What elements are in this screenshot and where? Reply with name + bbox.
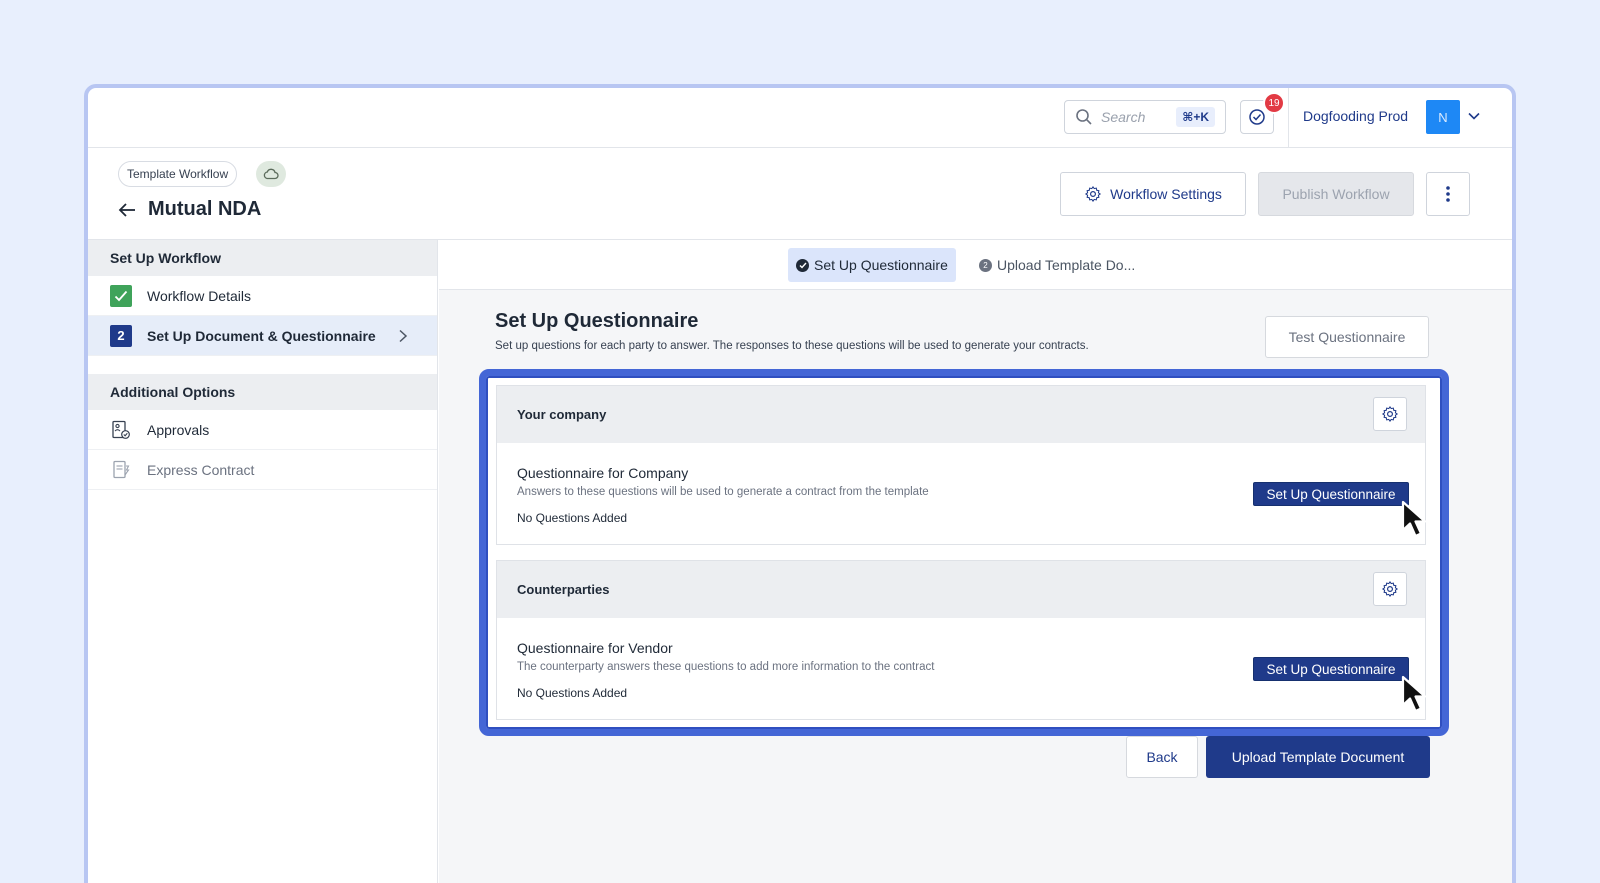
search-icon [1076,109,1092,125]
step-number-badge: 2 [110,324,132,347]
sidebar-item-express-contract[interactable]: Express Contract [88,450,437,490]
approvals-icon [110,419,132,441]
task-check-icon [1249,109,1265,125]
checkmark-icon [110,284,132,307]
sidebar-section-setup: Set Up Workflow [88,240,437,276]
sidebar-item-setup-document[interactable]: 2 Set Up Document & Questionnaire [88,316,437,356]
questionnaire-count: No Questions Added [517,511,628,525]
step-complete-icon [796,258,809,272]
chevron-right-icon [399,329,408,343]
cursor-arrow-icon [1401,500,1427,538]
party-header: Your company [497,386,1425,443]
workflow-settings-button[interactable]: Workflow Settings [1060,172,1246,216]
party-card-counterparties: Counterparties Questionnaire for Vendor … [496,560,1427,720]
back-arrow-icon[interactable] [116,199,138,221]
party-name: Counterparties [517,582,610,597]
search-input[interactable]: Search ⌘+K [1064,100,1226,134]
org-switcher-label[interactable]: Dogfooding Prod [1303,108,1408,124]
questionnaire-title: Questionnaire for Vendor [517,640,673,656]
page-title: Mutual NDA [148,198,262,220]
party-header: Counterparties [497,561,1425,618]
back-button[interactable]: Back [1126,736,1198,778]
avatar[interactable]: N [1426,100,1460,134]
section-title: Set Up Questionnaire [495,310,699,332]
sidebar-item-label: Approvals [147,421,210,438]
main-content: Set Up Questionnaire 2 Upload Template D… [439,240,1512,883]
questionnaire-description: The counterparty answers these questions… [517,661,935,673]
sidebar-item-label: Express Contract [147,461,255,478]
step-label: Upload Template Do... [997,257,1136,273]
sidebar-item-label: Workflow Details [147,287,251,304]
upload-template-button[interactable]: Upload Template Document [1206,736,1430,778]
search-shortcut: ⌘+K [1176,107,1215,127]
top-bar: Search ⌘+K 19 Dogfooding Prod N [88,88,1512,148]
app-window: Search ⌘+K 19 Dogfooding Prod N Template… [84,84,1516,883]
step-setup-questionnaire[interactable]: Set Up Questionnaire [788,248,956,282]
step-label: Set Up Questionnaire [814,257,948,273]
sync-status-badge [256,161,286,187]
stepper: Set Up Questionnaire 2 Upload Template D… [439,240,1512,290]
kebab-menu-icon [1446,186,1450,202]
party-card-company: Your company Questionnaire for Company A… [496,385,1427,545]
party-settings-button[interactable] [1373,572,1407,606]
chevron-down-icon[interactable] [1466,108,1482,124]
workflow-settings-label: Workflow Settings [1110,186,1222,202]
questionnaire-count: No Questions Added [517,686,628,700]
test-questionnaire-button[interactable]: Test Questionnaire [1265,316,1429,358]
more-options-button[interactable] [1426,172,1470,216]
sidebar-section-additional: Additional Options [88,374,437,410]
tasks-count-badge: 19 [1263,92,1285,114]
section-description: Set up questions for each party to answe… [495,340,1089,352]
setup-questionnaire-button[interactable]: Set Up Questionnaire [1253,657,1409,681]
sidebar: Set Up Workflow Workflow Details 2 Set U… [88,240,438,883]
cursor-arrow-icon [1401,675,1427,713]
search-placeholder: Search [1101,109,1146,125]
party-name: Your company [517,407,607,422]
step-number-icon: 2 [979,258,992,272]
topbar-divider [1288,88,1289,148]
step-upload-template[interactable]: 2 Upload Template Do... [979,248,1135,282]
questionnaire-highlight-box: Your company Questionnaire for Company A… [479,369,1449,736]
questionnaire-title: Questionnaire for Company [517,465,689,481]
questionnaire-description: Answers to these questions will be used … [517,486,929,498]
setup-questionnaire-button[interactable]: Set Up Questionnaire [1253,482,1409,506]
sidebar-item-workflow-details[interactable]: Workflow Details [88,276,437,316]
gear-icon [1381,405,1399,423]
sidebar-item-label: Set Up Document & Questionnaire [147,327,376,344]
gear-icon [1381,580,1399,598]
express-contract-icon [110,459,132,481]
gear-icon [1085,185,1102,203]
sidebar-item-approvals[interactable]: Approvals [88,410,437,450]
publish-workflow-button[interactable]: Publish Workflow [1258,172,1414,216]
cloud-icon [263,168,279,180]
workflow-type-tag: Template Workflow [118,161,238,187]
party-settings-button[interactable] [1373,397,1407,431]
